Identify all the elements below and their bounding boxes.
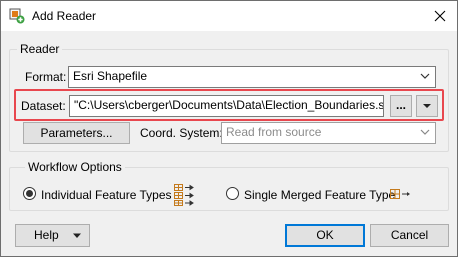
dataset-value: "C:\Users\cberger\Documents\Data\Electio… xyxy=(74,98,384,112)
chevron-down-icon xyxy=(420,129,430,135)
triangle-down-icon xyxy=(423,104,431,108)
add-reader-dialog: Add Reader Reader Format: Esri Shapefile… xyxy=(0,0,458,257)
dataset-label: Dataset: xyxy=(21,99,66,113)
close-button[interactable] xyxy=(423,2,457,30)
coord-system-placeholder: Read from source xyxy=(226,125,322,139)
add-reader-app-icon xyxy=(9,8,25,24)
format-value: Esri Shapefile xyxy=(73,69,148,83)
cancel-label: Cancel xyxy=(390,228,429,242)
coord-system-label: Coord. System: xyxy=(140,126,223,140)
help-button[interactable]: Help xyxy=(15,224,90,247)
format-select[interactable]: Esri Shapefile xyxy=(68,66,436,88)
ok-button[interactable]: OK xyxy=(285,224,365,247)
reader-group-label: Reader xyxy=(17,42,63,56)
workflow-options-label: Workflow Options xyxy=(25,160,125,174)
cancel-button[interactable]: Cancel xyxy=(370,224,449,247)
single-merged-feature-type-radio[interactable] xyxy=(226,187,239,200)
browse-button[interactable]: ... xyxy=(390,95,412,117)
individual-feature-types-icon xyxy=(174,184,194,206)
format-label: Format: xyxy=(25,70,67,84)
help-label: Help xyxy=(34,228,59,242)
parameters-label: Parameters... xyxy=(40,126,113,140)
dataset-input[interactable]: "C:\Users\cberger\Documents\Data\Electio… xyxy=(69,95,384,117)
single-merged-feature-type-icon xyxy=(390,189,410,199)
single-merged-feature-type-label[interactable]: Single Merged Feature Type xyxy=(244,188,395,202)
radio-selected-dot xyxy=(26,190,33,197)
close-icon xyxy=(434,10,446,22)
coord-system-input[interactable]: Read from source xyxy=(221,122,436,144)
ok-label: OK xyxy=(316,228,334,242)
title-bar: Add Reader xyxy=(1,1,457,31)
browse-label: ... xyxy=(395,98,406,112)
dataset-dropdown-button[interactable] xyxy=(416,95,438,117)
chevron-down-icon xyxy=(420,73,430,79)
parameters-button[interactable]: Parameters... xyxy=(23,122,130,144)
triangle-down-icon xyxy=(73,233,81,238)
individual-feature-types-radio[interactable] xyxy=(23,187,36,200)
window-title: Add Reader xyxy=(32,9,97,23)
individual-feature-types-label[interactable]: Individual Feature Types xyxy=(41,188,172,202)
